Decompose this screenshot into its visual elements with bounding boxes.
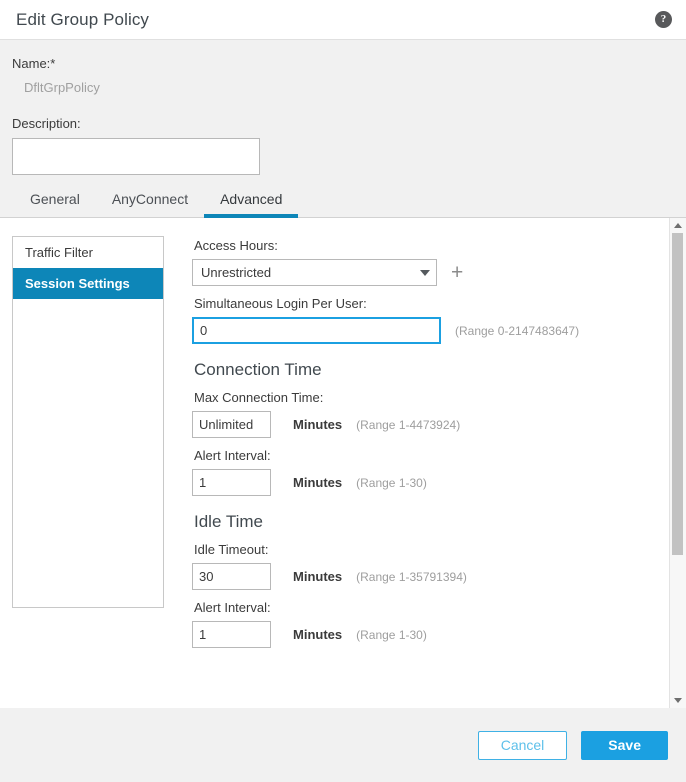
idle-time-heading: Idle Time [194,512,669,532]
add-access-hours-button[interactable]: + [451,262,463,283]
idle-alert-interval-label: Alert Interval: [194,600,669,615]
dialog-header: Edit Group Policy ? [0,0,686,40]
tab-bar: General AnyConnect Advanced [0,175,686,218]
name-value: DfltGrpPolicy [12,80,686,95]
chevron-down-icon [420,270,430,276]
max-connection-time-label: Max Connection Time: [194,390,669,405]
content-scrollbar[interactable] [669,218,686,708]
connection-alert-interval-row: Minutes (Range 1-30) [192,469,669,496]
idle-timeout-hint: (Range 1-35791394) [356,570,467,584]
description-input[interactable] [12,138,260,175]
save-button[interactable]: Save [581,731,668,760]
session-settings-form: Access Hours: Unrestricted + Simultaneou… [164,228,669,708]
scrollbar-track[interactable] [670,233,686,693]
idle-timeout-label: Idle Timeout: [194,542,669,557]
access-hours-selected-value: Unrestricted [201,265,420,280]
access-hours-select[interactable]: Unrestricted [192,259,437,286]
idle-timeout-row: Minutes (Range 1-35791394) [192,563,669,590]
tab-general[interactable]: General [14,187,96,218]
connection-alert-interval-input[interactable] [192,469,271,496]
access-hours-label: Access Hours: [194,238,669,253]
sidebar-item-traffic-filter[interactable]: Traffic Filter [13,237,163,268]
idle-timeout-input[interactable] [192,563,271,590]
connection-alert-interval-hint: (Range 1-30) [356,476,427,490]
idle-alert-interval-hint: (Range 1-30) [356,628,427,642]
connection-alert-interval-unit: Minutes [293,475,342,490]
idle-timeout-unit: Minutes [293,569,342,584]
scroll-up-arrow-icon[interactable] [670,218,686,233]
idle-alert-interval-input[interactable] [192,621,271,648]
max-connection-time-row: Minutes (Range 1-4473924) [192,411,669,438]
idle-alert-interval-row: Minutes (Range 1-30) [192,621,669,648]
description-label: Description: [12,116,686,131]
scrollbar-thumb[interactable] [672,233,683,555]
connection-alert-interval-label: Alert Interval: [194,448,669,463]
settings-category-list: Traffic Filter Session Settings [12,236,164,608]
edit-group-policy-dialog: Edit Group Policy ? Name:* DfltGrpPolicy… [0,0,686,782]
tab-anyconnect[interactable]: AnyConnect [96,187,204,218]
simultaneous-login-label: Simultaneous Login Per User: [194,296,669,311]
max-connection-time-unit: Minutes [293,417,342,432]
simultaneous-login-hint: (Range 0-2147483647) [455,324,579,338]
page-title: Edit Group Policy [16,10,655,30]
max-connection-time-hint: (Range 1-4473924) [356,418,460,432]
dialog-footer: Cancel Save [0,708,686,782]
sidebar-item-session-settings[interactable]: Session Settings [13,268,163,299]
name-label: Name:* [12,56,686,71]
access-hours-row: Unrestricted + [192,259,669,286]
simultaneous-login-input[interactable] [192,317,441,344]
connection-time-heading: Connection Time [194,360,669,380]
advanced-tab-content: Traffic Filter Session Settings Access H… [0,218,686,708]
cancel-button[interactable]: Cancel [478,731,568,760]
scroll-down-arrow-icon[interactable] [670,693,686,708]
simultaneous-login-row: (Range 0-2147483647) [192,317,669,344]
tab-advanced[interactable]: Advanced [204,187,298,218]
settings-scroll-area: Traffic Filter Session Settings Access H… [0,218,669,708]
max-connection-time-input[interactable] [192,411,271,438]
help-circle-icon[interactable]: ? [655,11,672,28]
idle-alert-interval-unit: Minutes [293,627,342,642]
policy-identity-form: Name:* DfltGrpPolicy Description: [0,40,686,175]
